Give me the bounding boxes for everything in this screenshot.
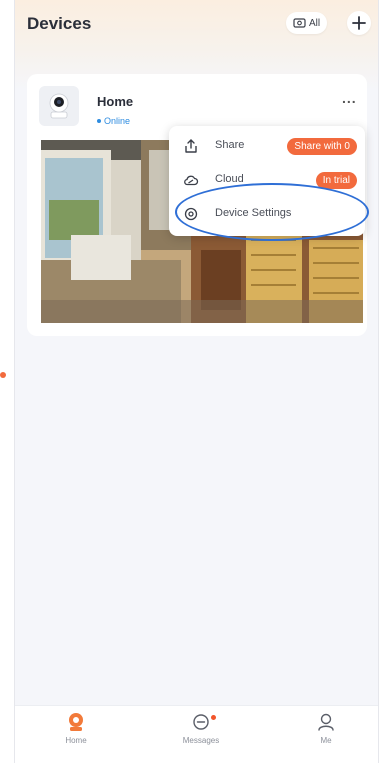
nav-label: Home [65,736,87,745]
nav-home[interactable]: Home [41,712,111,760]
highlight-annotation [175,183,369,241]
add-device-button[interactable] [347,11,371,35]
message-icon [193,714,209,730]
device-filter-button[interactable]: All [286,12,328,34]
plus-icon [352,16,366,30]
menu-item-share[interactable]: Share Share with 0 [169,130,365,162]
app-screen: Devices All Home Online ... Share Share … [14,0,379,763]
nav-messages[interactable]: Messages [166,712,236,760]
unread-dot [211,715,216,720]
menu-item-label: Share [215,139,245,151]
profile-icon [318,713,334,731]
bottom-nav: Home Messages Me [15,705,378,763]
share-count-badge: Share with 0 [287,138,357,155]
camera-icon [49,93,69,119]
device-list-icon [293,17,306,28]
menu-item-label: Cloud [215,173,244,185]
edge-marker [0,372,6,378]
filter-label: All [309,17,321,29]
nav-me[interactable]: Me [291,712,361,760]
share-icon [185,139,197,153]
cloud-icon [184,175,199,186]
device-status: Online [97,116,130,126]
nav-label: Me [320,736,332,745]
page-title: Devices [27,14,92,33]
online-dot [97,119,101,123]
more-options-button[interactable]: ... [342,90,357,106]
device-thumbnail [39,86,79,126]
device-status-label: Online [104,116,131,126]
nav-label: Messages [182,736,220,745]
device-name[interactable]: Home [97,94,133,109]
home-camera-icon [69,713,83,731]
